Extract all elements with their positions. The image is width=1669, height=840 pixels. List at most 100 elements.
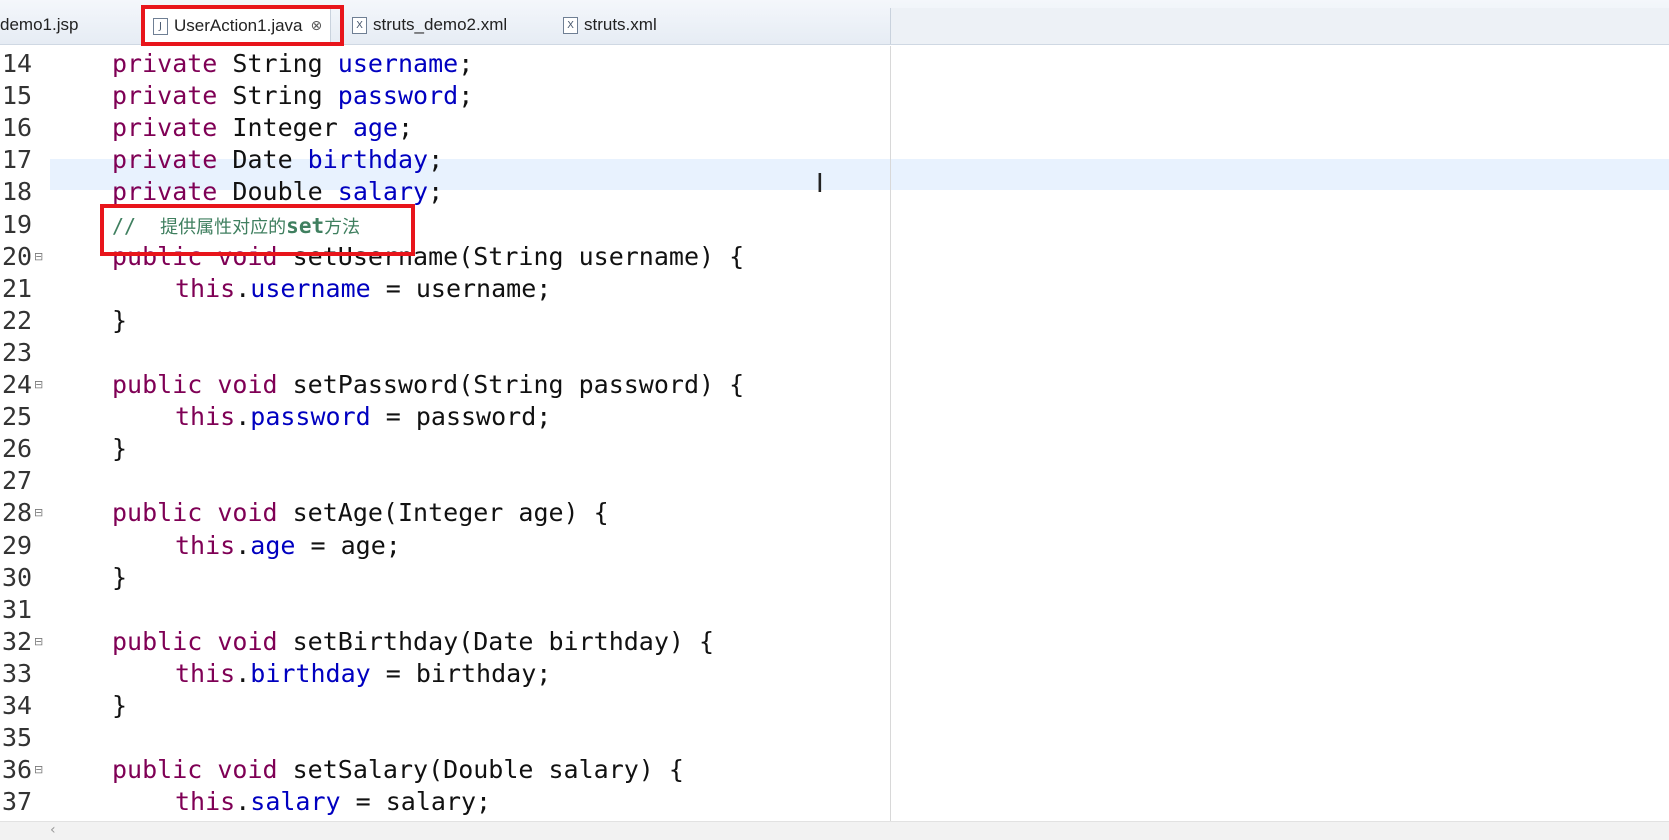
code-keyword: public void <box>112 626 278 656</box>
horizontal-scrollbar[interactable]: ‹ <box>0 821 1669 840</box>
tab-label: struts.xml <box>584 15 657 34</box>
code-token: Double <box>217 177 338 207</box>
line-number: 32 <box>2 626 33 656</box>
code-line: 15 private String password; <box>0 80 473 112</box>
scroll-left-icon[interactable]: ‹ <box>50 822 56 838</box>
code-line: 22} <box>0 305 127 337</box>
code-token: } <box>112 691 128 720</box>
tab-struts-demo2-xml[interactable]: X struts_demo2.xml <box>352 6 507 44</box>
line-number: 33 <box>2 658 33 688</box>
code-keyword: this <box>175 402 236 432</box>
code-text: this.password = password; <box>175 401 551 433</box>
code-token: setSalary(Double salary) { <box>277 755 684 785</box>
line-number: 21 <box>2 273 33 303</box>
code-token: . <box>235 273 251 303</box>
code-token: = salary; <box>340 787 492 817</box>
code-token: = username; <box>370 273 552 303</box>
code-token: = birthday; <box>370 658 552 688</box>
code-field: salary <box>337 177 429 207</box>
code-line: 14 private String username; <box>0 48 473 80</box>
code-text: } <box>112 690 127 722</box>
code-token: } <box>112 305 128 335</box>
code-token: setPassword(String password) { <box>277 370 745 399</box>
code-line: 30} <box>0 562 127 594</box>
code-text: this.salary = salary; <box>175 786 491 818</box>
line-number: 25 <box>2 402 33 432</box>
code-keyword: private <box>112 81 218 111</box>
code-text: private String password; <box>112 80 473 112</box>
line-number: 30 <box>2 562 33 592</box>
code-line: 34} <box>0 690 127 722</box>
code-token: = age; <box>295 530 401 560</box>
code-token: ; <box>397 113 414 143</box>
line-number: 20 <box>2 241 33 271</box>
fold-toggle-icon[interactable]: ⊟ <box>34 241 43 273</box>
code-keyword: private <box>112 145 218 175</box>
line-number: 17 <box>2 145 33 175</box>
code-line: 20 ⊟ public void setUsername(String userna… <box>0 241 744 273</box>
code-text: public void setPassword(String password)… <box>112 369 744 401</box>
print-margin-line <box>890 46 891 821</box>
line-number: 18 <box>2 177 33 207</box>
fold-toggle-icon[interactable]: ⊟ <box>34 754 43 786</box>
code-line: 18 private Double salary; <box>0 176 443 208</box>
line-number: 34 <box>2 691 33 720</box>
code-token: setAge(Integer age) { <box>277 498 609 528</box>
code-field: username <box>337 49 459 78</box>
fold-toggle-icon[interactable]: ⊟ <box>34 369 43 401</box>
code-token: ; <box>428 145 444 175</box>
tab-struts-xml[interactable]: X struts.xml <box>563 6 657 44</box>
code-token: Integer <box>217 113 353 143</box>
code-keyword: this <box>175 787 236 817</box>
xml-file-icon: X <box>352 16 367 34</box>
highlight-box-tab <box>141 5 344 46</box>
code-line: 35 <box>0 722 38 754</box>
line-number: 14 <box>2 49 33 78</box>
line-number: 23 <box>2 337 33 367</box>
text-cursor-icon: I <box>816 169 824 199</box>
fold-toggle-icon[interactable]: ⊟ <box>34 497 43 529</box>
code-keyword: private <box>112 113 218 143</box>
code-text: this.age = age; <box>175 530 401 562</box>
line-number: 36 <box>2 755 33 785</box>
code-line: 27 <box>0 465 38 497</box>
code-line: 31 <box>0 594 38 626</box>
line-number: 31 <box>2 594 33 624</box>
code-line: 26} <box>0 433 127 465</box>
code-editor[interactable]: 14 private String username; 15 private Stri… <box>0 46 1669 821</box>
code-token: ; <box>458 81 474 111</box>
code-line: 29 this.age = age; <box>0 530 401 562</box>
tab-label: demo1.jsp <box>0 15 79 34</box>
code-keyword: public void <box>112 755 278 785</box>
line-number: 27 <box>2 466 33 496</box>
line-number: 26 <box>2 434 33 464</box>
code-line: 25 this.password = password; <box>0 401 551 433</box>
code-line: 28 ⊟ public void setAge(Integer age) { <box>0 497 609 529</box>
code-token: ; <box>458 49 474 78</box>
code-text: public void setSalary(Double salary) { <box>112 754 684 786</box>
code-token: } <box>112 562 128 592</box>
code-field: age <box>250 530 296 560</box>
code-field: age <box>352 113 398 143</box>
code-text: private Integer age; <box>112 112 413 144</box>
code-keyword: this <box>175 658 236 688</box>
code-keyword: private <box>112 49 218 78</box>
code-token: . <box>235 402 251 432</box>
code-token: String <box>217 49 338 78</box>
code-text: } <box>112 433 127 465</box>
code-line: 23 <box>0 337 38 369</box>
code-text: public void setAge(Integer age) { <box>112 497 609 529</box>
code-line: 33 this.birthday = birthday; <box>0 658 551 690</box>
line-number: 24 <box>2 370 33 399</box>
code-field: password <box>337 81 459 111</box>
fold-toggle-icon[interactable]: ⊟ <box>34 626 43 658</box>
tab-demo1-jsp[interactable]: demo1.jsp <box>0 6 78 44</box>
code-keyword: this <box>175 273 236 303</box>
code-line: 36 ⊟ public void setSalary(Double salary) … <box>0 754 684 786</box>
code-keyword: this <box>175 530 236 560</box>
code-token: . <box>235 530 251 560</box>
code-text: private String username; <box>112 48 473 80</box>
code-line: 32 ⊟ public void setBirthday(Date birthday… <box>0 626 714 658</box>
line-number: 37 <box>2 787 33 817</box>
code-text: this.birthday = birthday; <box>175 658 551 690</box>
